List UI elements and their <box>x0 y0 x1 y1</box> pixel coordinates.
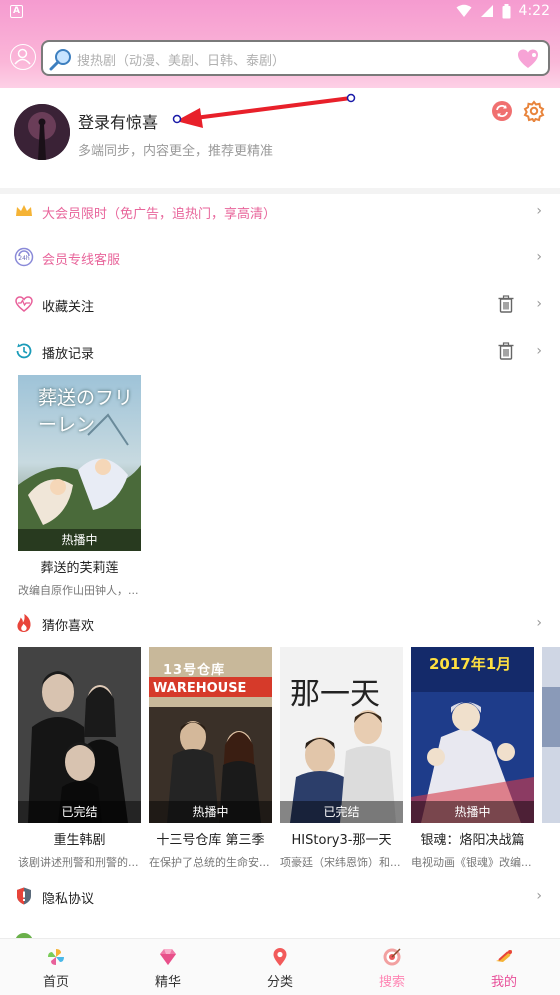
chevron-right-icon: › <box>536 249 542 265</box>
history-clock-icon <box>16 343 32 359</box>
heart-rate-icon <box>15 296 33 312</box>
vip-row[interactable]: 大会员限时（免广告，追热门，享高清） › <box>0 189 560 235</box>
poster-image[interactable] <box>542 647 560 823</box>
target-icon <box>383 948 401 966</box>
poster-title-text: 葬送のフリーレン <box>38 387 134 436</box>
nav-category[interactable]: 分类 <box>224 939 336 995</box>
chevron-right-icon: › <box>536 888 542 904</box>
poster-image[interactable]: 已完结 <box>18 647 141 823</box>
support-icon: 24h <box>14 247 34 267</box>
favorites-label: 收藏关注 <box>42 300 95 315</box>
poster-image[interactable]: 葬送のフリーレン 热播中 <box>18 375 141 551</box>
svg-text:24h: 24h <box>18 255 30 262</box>
history-row[interactable]: 播放记录 › <box>0 329 560 375</box>
service-label: 会员专线客服 <box>42 253 121 268</box>
poster-subtitle-text: WAREHOUSE <box>153 681 247 696</box>
search-input[interactable]: 搜热剧（动漫、美剧、日韩、泰剧） <box>41 40 550 76</box>
signal-icon <box>480 5 493 17</box>
guess-card[interactable]: 2017年1月 热播中 银魂：烙阳决战篇 电视动画《银魂》改编... <box>411 647 534 870</box>
nav-label: 首页 <box>42 975 69 990</box>
avatar[interactable] <box>14 104 70 160</box>
login-prompt[interactable]: 登录有惊喜 <box>78 109 158 133</box>
heart-icon[interactable] <box>516 47 540 71</box>
status-badge: 热播中 <box>18 529 141 551</box>
fire-icon <box>17 614 31 632</box>
candy-icon <box>496 950 512 962</box>
card-title: 十三号仓库 第三季 <box>156 833 265 848</box>
chevron-right-icon: › <box>536 343 542 359</box>
nav-label: 精华 <box>154 975 181 990</box>
status-badge: 已完结 <box>280 801 403 823</box>
chevron-right-icon: › <box>536 203 542 219</box>
refresh-icon[interactable] <box>491 100 513 122</box>
top-bar: 搜热剧（动漫、美剧、日韩、泰剧） <box>0 38 560 78</box>
guess-row-header[interactable]: 猜你喜欢 › <box>0 601 560 647</box>
search-placeholder: 搜热剧（动漫、美剧、日韩、泰剧） <box>77 54 286 69</box>
guess-label: 猜你喜欢 <box>42 619 95 634</box>
status-bar: A 4:22 <box>0 0 560 26</box>
card-description: 电视动画《银魂》改编... <box>411 856 532 869</box>
guess-card[interactable] <box>542 647 560 823</box>
guess-card[interactable]: 已完结 重生韩剧 该剧讲述刑警和刑警的... <box>18 647 141 870</box>
nav-label: 搜索 <box>378 975 405 990</box>
card-title: 葬送的芙莉莲 <box>40 561 119 576</box>
app-notification-icon: A <box>10 5 23 18</box>
nav-home[interactable]: 首页 <box>0 939 112 995</box>
guess-carousel[interactable]: 已完结 重生韩剧 该剧讲述刑警和刑警的... 13号仓库 WAREHOUSE 热… <box>18 647 560 872</box>
wifi-icon <box>456 4 472 17</box>
clock: 4:22 <box>518 3 550 19</box>
chevron-right-icon: › <box>536 296 542 312</box>
card-title: 重生韩剧 <box>53 833 106 848</box>
status-badge: 已完结 <box>18 801 141 823</box>
crown-icon <box>16 205 32 216</box>
card-title: 银魂：烙阳决战篇 <box>420 833 525 848</box>
nav-label: 分类 <box>266 975 293 990</box>
poster-title-text: 13号仓库 <box>163 663 226 678</box>
card-description: 项豪廷（宋纬恩饰）和... <box>280 856 401 869</box>
search-icon <box>49 49 71 71</box>
login-subtitle: 多端同步，内容更全，推荐更精准 <box>78 144 274 159</box>
history-label: 播放记录 <box>42 347 95 362</box>
card-description: 该剧讲述刑警和刑警的... <box>18 856 139 869</box>
chevron-right-icon: › <box>536 615 542 631</box>
poster-image[interactable]: 2017年1月 热播中 <box>411 647 534 823</box>
diamond-icon <box>160 949 176 965</box>
poster-title-text: 那一天 <box>290 677 380 712</box>
nav-label: 我的 <box>490 975 517 990</box>
status-badge: 热播中 <box>149 801 272 823</box>
user-avatar-icon[interactable] <box>10 44 36 70</box>
pinwheel-icon <box>48 949 64 965</box>
profile-card[interactable]: 登录有惊喜 多端同步，内容更全，推荐更精准 <box>0 88 560 188</box>
status-badge: 热播中 <box>411 801 534 823</box>
card-description: 改编自原作山田钟人，... <box>18 584 139 597</box>
gear-icon[interactable] <box>523 100 545 122</box>
poster-image[interactable]: 13号仓库 WAREHOUSE 热播中 <box>149 647 272 823</box>
favorites-row[interactable]: 收藏关注 › <box>0 282 560 328</box>
history-card[interactable]: 葬送のフリーレン 热播中 葬送的芙莉莲 改编自原作山田钟人，... <box>18 375 141 598</box>
nav-search[interactable]: 搜索 <box>336 939 448 995</box>
guess-card[interactable]: 13号仓库 WAREHOUSE 热播中 十三号仓库 第三季 在保护了总统的生命安… <box>149 647 272 870</box>
location-pin-icon <box>273 948 287 966</box>
privacy-label: 隐私协议 <box>42 892 95 907</box>
poster-image[interactable]: 那一天 已完结 <box>280 647 403 823</box>
card-title: HIStory3-那一天 <box>291 833 392 848</box>
shield-icon <box>17 887 31 905</box>
customer-service-row[interactable]: 24h 会员专线客服 › <box>0 235 560 281</box>
poster-title-text: 2017年1月 <box>429 655 512 673</box>
trash-icon[interactable] <box>498 342 514 360</box>
trash-icon[interactable] <box>498 295 514 313</box>
card-description: 在保护了总统的生命安... <box>149 856 270 869</box>
guess-card[interactable]: 那一天 已完结 HIStory3-那一天 项豪廷（宋纬恩饰）和... <box>280 647 403 870</box>
vip-label: 大会员限时（免广告，追热门，享高清） <box>42 207 277 222</box>
nav-mine[interactable]: 我的 <box>448 939 560 995</box>
bottom-navigation: 首页 精华 分类 搜索 我的 <box>0 938 560 995</box>
battery-icon <box>502 3 511 18</box>
nav-featured[interactable]: 精华 <box>112 939 224 995</box>
privacy-row[interactable]: 隐私协议 › <box>0 874 560 920</box>
